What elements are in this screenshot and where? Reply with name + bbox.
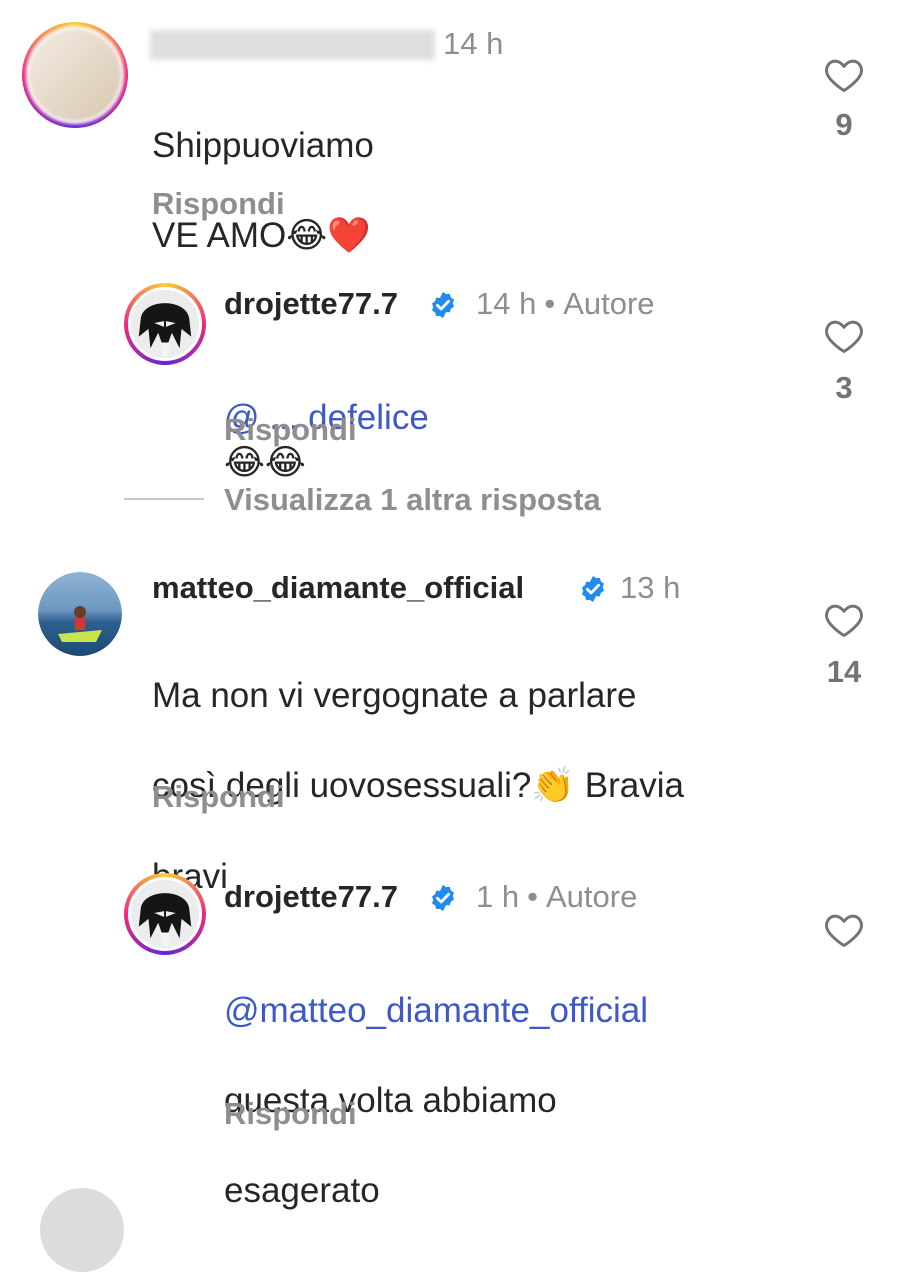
avatar-anime-icon [131,290,199,358]
avatar-matteo[interactable] [38,572,122,656]
comment-text-line: Bravia [575,766,684,805]
avatar-image [128,877,202,951]
mention-link[interactable]: @matteo_diamante_official [224,988,648,1033]
like-count: 14 [826,654,862,689]
author-badge: Autore [545,879,638,914]
comment-text-line: Shippuoviamo [152,126,374,165]
comment-emoji: 😂❤️ [286,216,371,256]
avatar-next-comment[interactable] [40,1188,124,1272]
avatar-image [38,572,122,656]
comment-text-line: Ma non vi vergognate a parlare [152,676,637,715]
comment-emoji: 😂😂 [224,443,306,483]
username[interactable]: matteo_diamante_official [152,570,524,606]
comment-text-line: esagerato [224,1171,380,1210]
avatar-drojette[interactable] [124,283,206,365]
like-count: 9 [835,107,853,142]
heart-outline-icon[interactable] [824,912,864,948]
jetski-icon [58,606,102,642]
verified-badge-icon [582,575,604,603]
reply-button[interactable]: Rispondi [224,1096,357,1132]
reply-button[interactable]: Rispondi [152,779,285,815]
username[interactable]: drojette77.7 [224,879,398,915]
view-more-replies-button[interactable]: Visualizza 1 altra risposta [224,482,601,518]
avatar-image [26,26,124,124]
heart-outline-icon[interactable] [824,57,864,93]
view-more-divider [124,498,204,500]
time-value: 1 h [476,879,520,914]
comment-time: 14 h [443,26,504,61]
verified-badge-icon [432,884,454,912]
verified-badge-icon [432,291,454,319]
comment-time: 13 h [620,570,681,605]
comment-time: 14 h • Autore [476,286,655,321]
reply-button[interactable]: Rispondi [152,186,285,222]
reply-button[interactable]: Rispondi [224,412,357,448]
heart-outline-icon[interactable] [824,602,864,638]
avatar-commenter-1[interactable] [22,22,128,128]
like-count: 3 [835,370,853,405]
avatar-image [128,287,202,361]
avatar-anime-icon [131,880,199,948]
avatar-drojette[interactable] [124,873,206,955]
time-value: 14 h [476,286,537,321]
author-badge: Autore [563,286,655,321]
username[interactable]: drojette77.7 [224,286,398,322]
heart-outline-icon[interactable] [824,318,864,354]
redacted-username [150,30,435,60]
comment-time: 1 h • Autore [476,879,638,914]
comment-emoji: 👏 [531,766,575,806]
redacted-mention [250,358,450,392]
